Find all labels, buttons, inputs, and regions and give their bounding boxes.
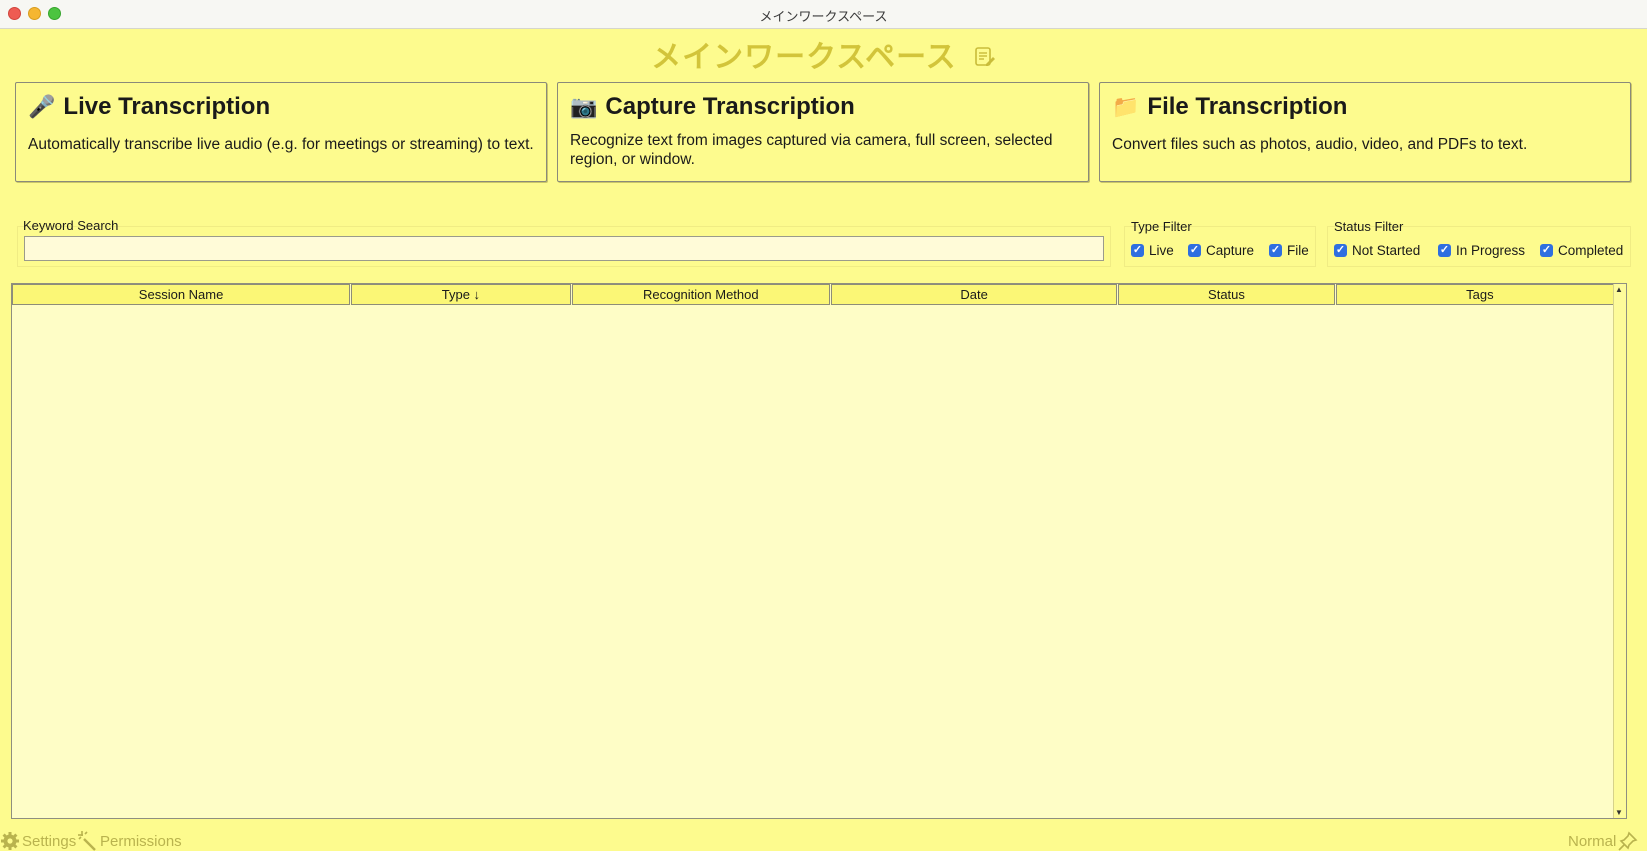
- column-header-status[interactable]: Status: [1118, 284, 1335, 305]
- column-header-recognition-method[interactable]: Recognition Method: [571, 284, 830, 305]
- type-filter-capture-checkbox[interactable]: ✓ Capture: [1188, 243, 1254, 258]
- sessions-table[interactable]: Session Name Type ↓ Recognition Method D…: [11, 283, 1627, 819]
- microphone-icon: 🎤: [28, 94, 56, 119]
- capture-transcription-card[interactable]: 📷 Capture Transcription Recognize text f…: [557, 82, 1089, 182]
- checkmark-icon: ✓: [1540, 244, 1553, 257]
- checkbox-label: File: [1287, 243, 1309, 258]
- gear-icon: [1, 832, 19, 850]
- pin-icon: [1618, 831, 1638, 851]
- type-filter-label: Type Filter: [1131, 219, 1192, 234]
- card-description: Automatically transcribe live audio (e.g…: [28, 136, 534, 153]
- file-transcription-card[interactable]: 📁 File Transcription Convert files such …: [1099, 82, 1631, 182]
- normal-mode-button[interactable]: Normal: [1568, 831, 1638, 851]
- type-filter-live-checkbox[interactable]: ✓ Live: [1131, 243, 1174, 258]
- folder-icon: 📁: [1112, 94, 1140, 119]
- column-header-session-name[interactable]: Session Name: [12, 284, 351, 305]
- page-title-text: メインワークスペース: [651, 41, 957, 74]
- checkbox-label: Capture: [1206, 243, 1255, 258]
- type-filter-file-checkbox[interactable]: ✓ File: [1269, 243, 1309, 258]
- checkbox-label: Completed: [1558, 243, 1624, 258]
- vertical-scrollbar[interactable]: ▲ ▼: [1613, 284, 1626, 818]
- checkbox-label: In Progress: [1456, 243, 1526, 258]
- checkbox-label: Not Started: [1352, 243, 1421, 258]
- search-input[interactable]: [24, 236, 1104, 261]
- camera-icon: 📷: [570, 94, 598, 119]
- card-title: Live Transcription: [63, 93, 271, 120]
- magic-wand-icon: [78, 831, 96, 851]
- window-title: メインワークスペース: [759, 9, 888, 24]
- scroll-down-arrow-icon[interactable]: ▼: [1615, 808, 1623, 817]
- checkmark-icon: ✓: [1334, 244, 1347, 257]
- table-header: Session Name Type ↓ Recognition Method D…: [12, 284, 1625, 305]
- permissions-label: Permissions: [100, 832, 182, 850]
- status-filter-label: Status Filter: [1334, 219, 1404, 234]
- status-filter-in-progress-checkbox[interactable]: ✓ In Progress: [1438, 243, 1525, 258]
- title-bar: メインワークスペース: [0, 0, 1647, 29]
- column-header-type[interactable]: Type ↓: [351, 284, 571, 305]
- checkmark-icon: ✓: [1269, 244, 1282, 257]
- card-title: File Transcription: [1147, 93, 1348, 120]
- settings-label: Settings: [22, 832, 77, 850]
- permissions-button[interactable]: Permissions: [78, 831, 182, 851]
- search-label: Keyword Search: [23, 218, 119, 233]
- live-transcription-card[interactable]: 🎤 Live Transcription Automatically trans…: [15, 82, 547, 182]
- status-filter-not-started-checkbox[interactable]: ✓ Not Started: [1334, 243, 1420, 258]
- page-title: メインワークスペース: [0, 32, 1647, 76]
- column-header-date[interactable]: Date: [830, 284, 1118, 305]
- status-filter-completed-checkbox[interactable]: ✓ Completed: [1540, 243, 1623, 258]
- checkmark-icon: ✓: [1438, 244, 1451, 257]
- checkmark-icon: ✓: [1131, 244, 1144, 257]
- card-title: Capture Transcription: [605, 93, 855, 120]
- column-header-tags[interactable]: Tags: [1335, 284, 1624, 305]
- mode-label: Normal: [1568, 832, 1617, 850]
- settings-button[interactable]: Settings: [0, 831, 76, 851]
- scroll-up-arrow-icon[interactable]: ▲: [1615, 285, 1623, 294]
- card-description: Recognize text from images captured via …: [570, 132, 1053, 168]
- checkbox-label: Live: [1149, 243, 1174, 258]
- checkmark-icon: ✓: [1188, 244, 1201, 257]
- note-edit-icon[interactable]: [974, 42, 996, 76]
- card-description: Convert files such as photos, audio, vid…: [1112, 136, 1528, 153]
